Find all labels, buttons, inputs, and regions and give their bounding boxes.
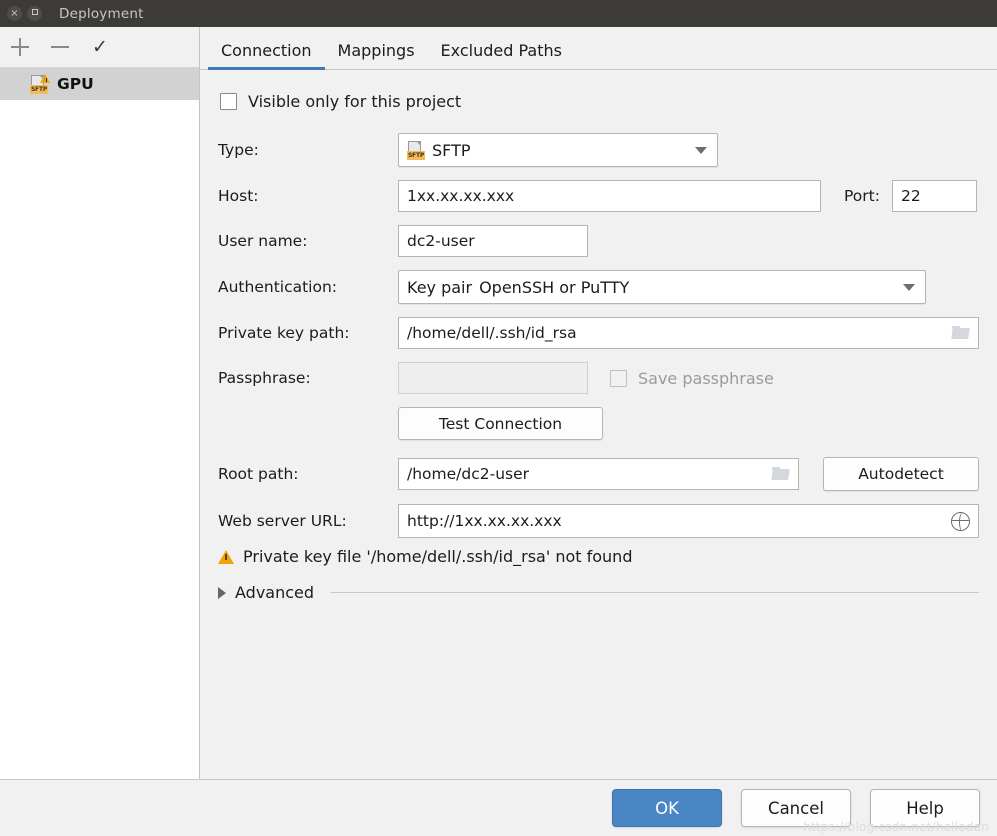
user-name-row: User name: dc2-user (218, 225, 979, 257)
list-item[interactable]: SFTP GPU (0, 68, 199, 100)
visible-only-checkbox[interactable] (220, 93, 237, 110)
test-connection-row: Test Connection (218, 407, 979, 440)
port-label: Port: (844, 187, 880, 205)
type-row: Type: SFTP SFTP (218, 133, 979, 167)
sftp-warning-icon: SFTP (30, 73, 50, 94)
save-passphrase-label: Save passphrase (638, 368, 774, 388)
advanced-section-header[interactable]: Advanced (218, 583, 979, 602)
host-input[interactable]: 1xx.xx.xx.xxx (398, 180, 821, 212)
private-key-path-input[interactable]: /home/dell/.ssh/id_rsa (398, 317, 979, 349)
tab-excluded-paths[interactable]: Excluded Paths (428, 41, 575, 69)
web-server-url-row: Web server URL: http://1xx.xx.xx.xxx (218, 504, 979, 538)
type-select[interactable]: SFTP SFTP (398, 133, 718, 167)
root-path-input[interactable]: /home/dc2-user (398, 458, 799, 490)
authentication-label: Authentication: (218, 278, 338, 296)
type-value: SFTP (432, 140, 471, 160)
authentication-select[interactable]: Key pair OpenSSH or PuTTY (398, 270, 926, 304)
tab-connection[interactable]: Connection (208, 41, 325, 70)
tab-mappings[interactable]: Mappings (325, 41, 428, 69)
settings-pane: Connection Mappings Excluded Paths Visib… (200, 27, 997, 779)
private-key-path-row: Private key path: /home/dell/.ssh/id_rsa (218, 317, 979, 349)
passphrase-input[interactable] (398, 362, 588, 394)
private-key-path-label: Private key path: (218, 324, 350, 342)
ok-button[interactable]: OK (612, 789, 722, 827)
save-passphrase-checkbox[interactable] (610, 369, 627, 387)
web-server-url-label: Web server URL: (218, 512, 347, 530)
type-label: Type: (218, 141, 259, 159)
authentication-value: Key pair (407, 277, 473, 297)
folder-icon[interactable] (771, 467, 790, 481)
warning-triangle-icon (218, 549, 234, 564)
autodetect-button[interactable]: Autodetect (822, 457, 979, 491)
host-label: Host: (218, 187, 259, 205)
close-icon[interactable]: × (7, 6, 22, 21)
warning-text: Private key file '/home/dell/.ssh/id_rsa… (243, 547, 633, 566)
warning-message: Private key file '/home/dell/.ssh/id_rsa… (218, 547, 979, 566)
passphrase-label: Passphrase: (218, 369, 311, 387)
sftp-icon: SFTP (407, 140, 425, 160)
authentication-hint: OpenSSH or PuTTY (479, 277, 630, 297)
connection-form: Visible only for this project Type: SFTP… (200, 70, 997, 779)
cancel-button[interactable]: Cancel (741, 789, 851, 827)
host-value: 1xx.xx.xx.xxx (407, 187, 515, 205)
advanced-label: Advanced (235, 583, 315, 602)
section-divider (331, 592, 979, 593)
web-server-url-value: http://1xx.xx.xx.xxx (407, 512, 562, 530)
sftp-badge-label: SFTP (30, 84, 48, 94)
tab-bar: Connection Mappings Excluded Paths (200, 27, 997, 70)
host-row: Host: 1xx.xx.xx.xxx Port: 22 (218, 180, 979, 212)
user-name-label: User name: (218, 232, 308, 250)
deployment-dialog: × Deployment ✓ SFTP GPU Connection Mappi… (0, 0, 997, 836)
add-server-icon[interactable] (10, 37, 30, 57)
title-bar: × Deployment (0, 0, 997, 27)
server-name-label: GPU (57, 75, 94, 93)
dialog-body: ✓ SFTP GPU Connection Mappings Excluded … (0, 27, 997, 779)
user-name-input[interactable]: dc2-user (398, 225, 588, 257)
port-value: 22 (900, 187, 921, 205)
server-list-pane: ✓ SFTP GPU (0, 27, 200, 779)
remove-server-icon[interactable] (50, 37, 70, 57)
root-path-value: /home/dc2-user (407, 465, 530, 483)
web-server-url-input[interactable]: http://1xx.xx.xx.xxx (398, 504, 979, 538)
server-list: SFTP GPU (0, 68, 199, 779)
dialog-footer: OK Cancel Help https://blog.csdn.net/hel… (0, 779, 997, 836)
server-list-toolbar: ✓ (0, 27, 199, 68)
sftp-type-badge: SFTP (407, 150, 425, 160)
test-connection-button[interactable]: Test Connection (398, 407, 603, 440)
chevron-right-icon (218, 586, 226, 599)
chevron-down-icon (695, 146, 707, 154)
visible-only-label: Visible only for this project (248, 92, 462, 111)
passphrase-row: Passphrase: Save passphrase (218, 362, 979, 394)
window-title: Deployment (59, 5, 144, 22)
set-default-check-icon[interactable]: ✓ (90, 37, 110, 57)
port-input[interactable]: 22 (891, 180, 977, 212)
root-path-label: Root path: (218, 465, 299, 483)
visible-only-row: Visible only for this project (218, 92, 979, 111)
authentication-row: Authentication: Key pair OpenSSH or PuTT… (218, 270, 979, 304)
user-name-value: dc2-user (407, 232, 475, 250)
private-key-path-value: /home/dell/.ssh/id_rsa (407, 324, 577, 342)
globe-icon[interactable] (951, 511, 970, 531)
chevron-down-icon (903, 283, 915, 291)
maximize-icon[interactable] (27, 6, 42, 21)
root-path-row: Root path: /home/dc2-user Autodetect (218, 457, 979, 491)
folder-icon[interactable] (952, 326, 970, 340)
help-button[interactable]: Help (870, 789, 980, 827)
